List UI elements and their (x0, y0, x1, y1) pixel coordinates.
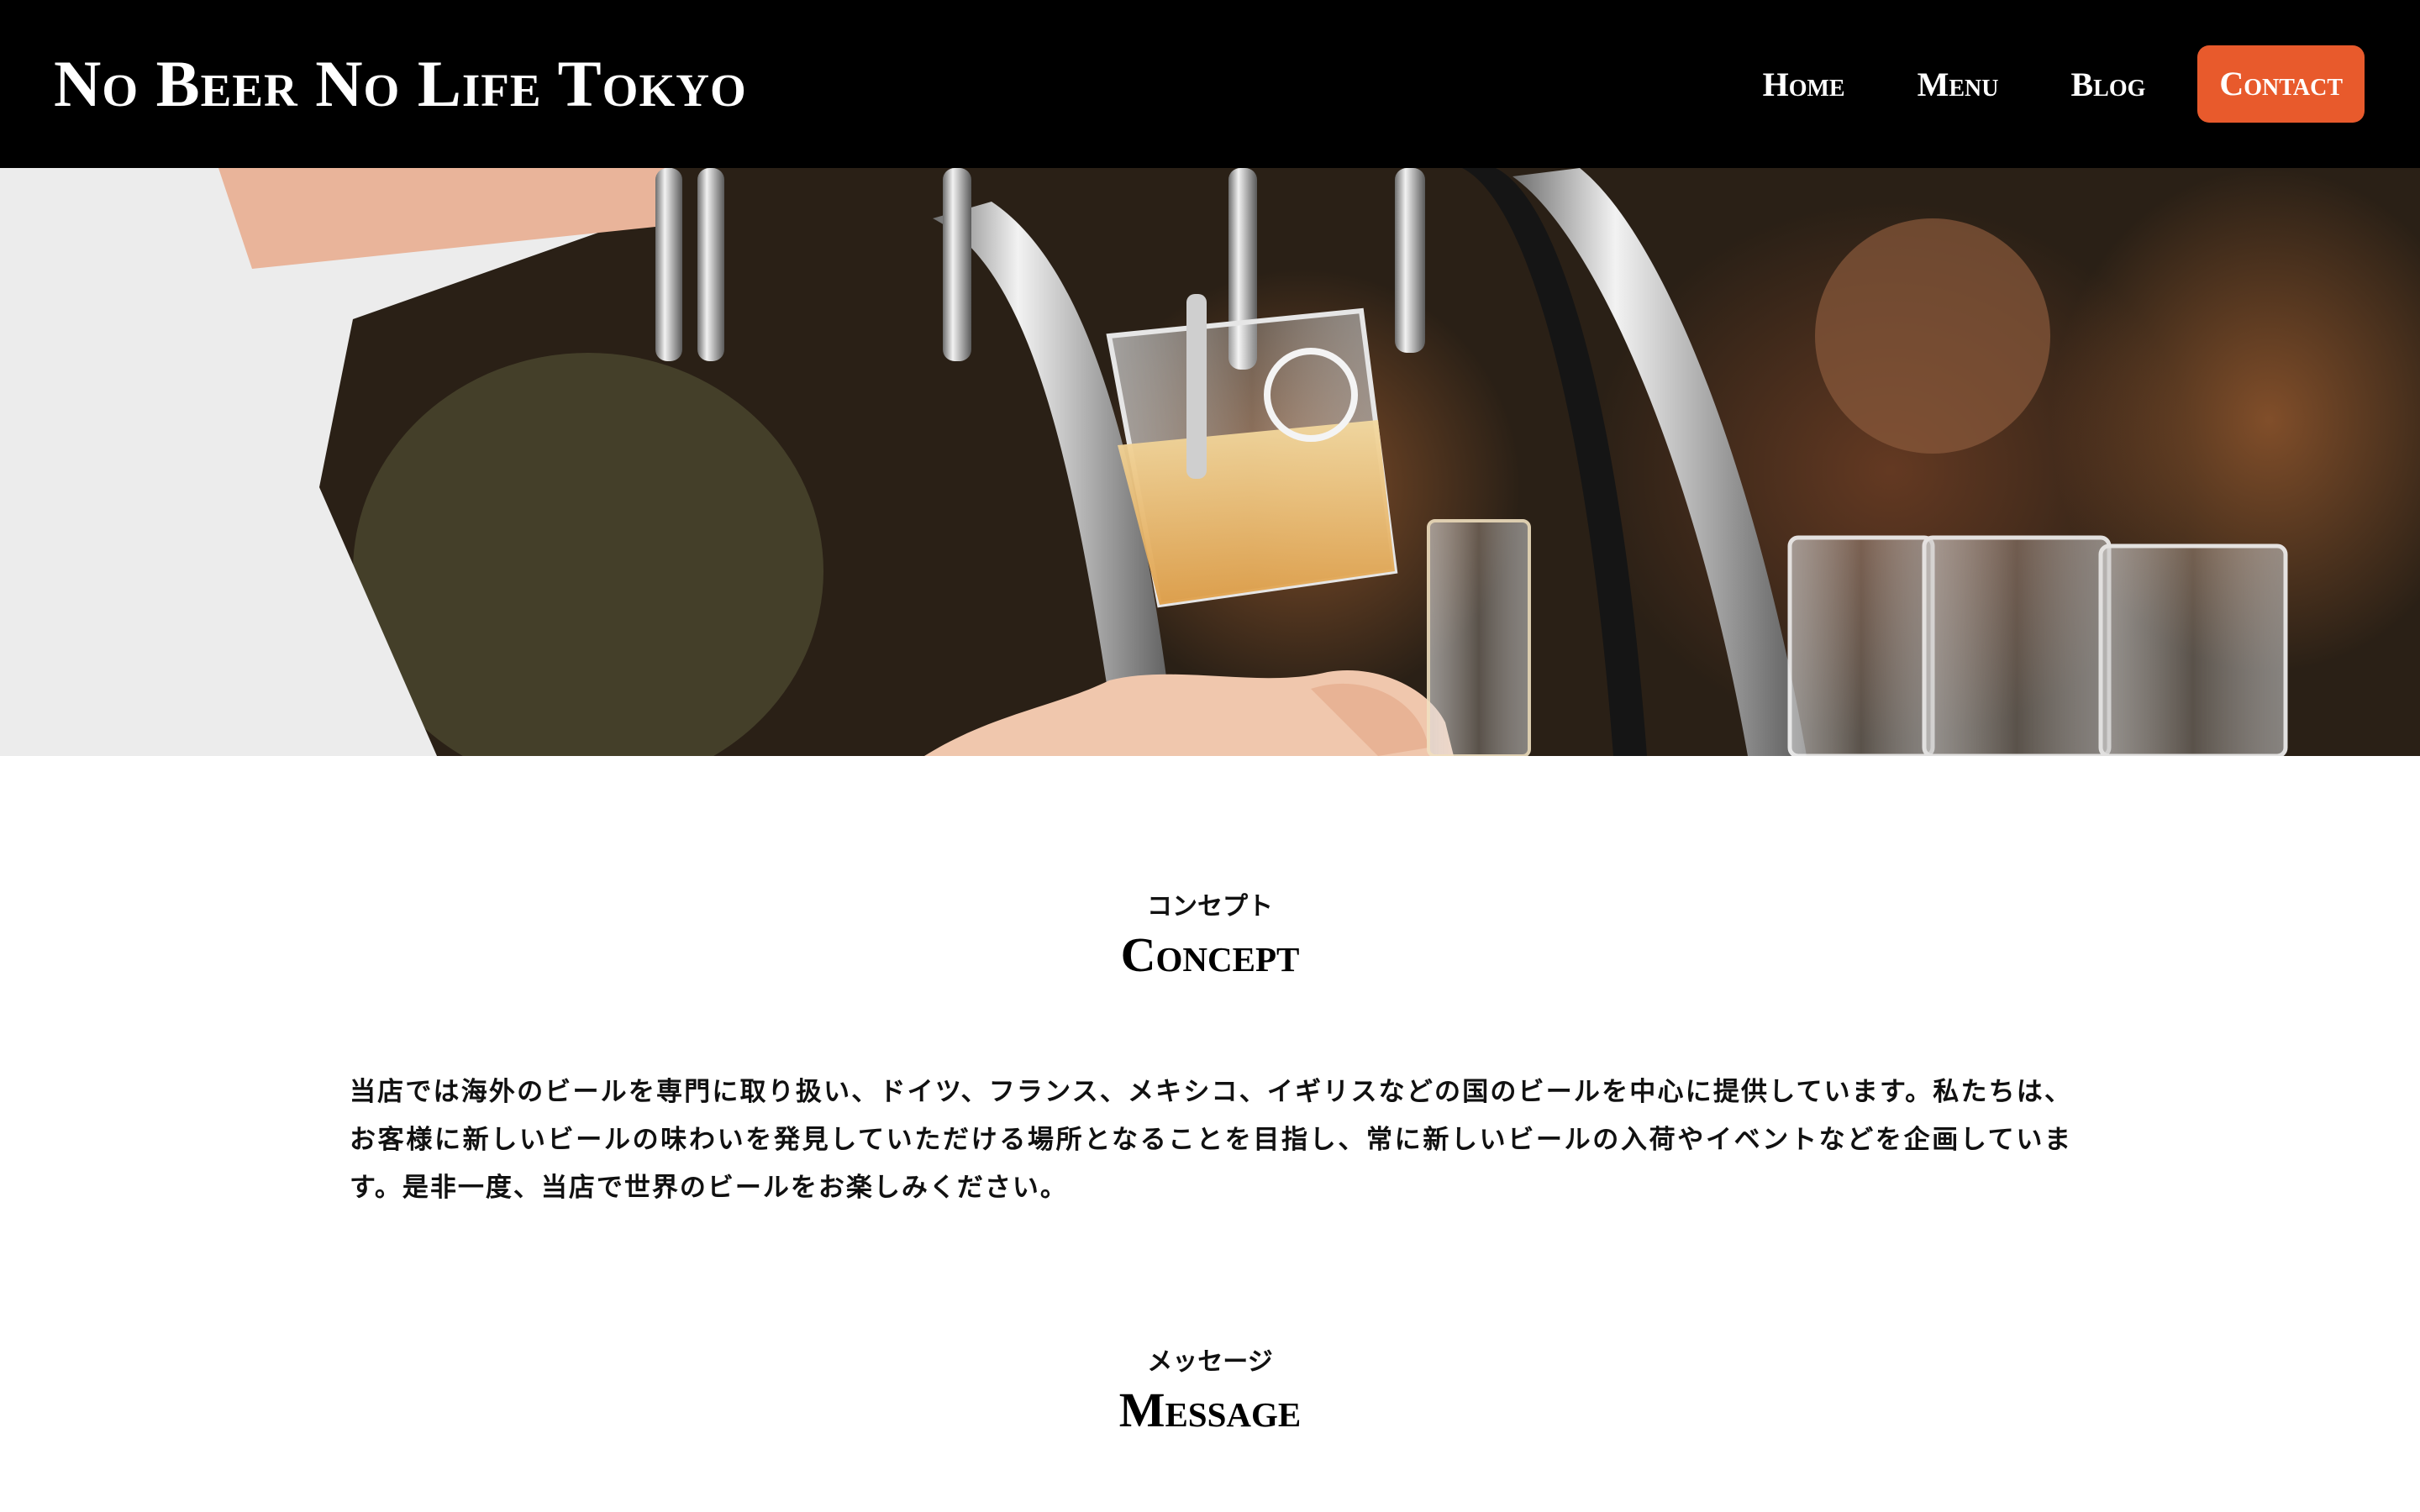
beer-tap-illustration (0, 168, 2420, 756)
concept-body: 当店では海外のビールを専門に取り扱い、ドイツ、フランス、メキシコ、イギリスなどの… (350, 1077, 2072, 1203)
message-heading: Message (1118, 1383, 1302, 1437)
nav-home-link[interactable]: Home (1763, 65, 1845, 104)
nav-menu-link[interactable]: Menu (1918, 65, 1999, 104)
concept-kicker: コンセプト (1147, 892, 1273, 921)
message-kicker: メッセージ (1147, 1347, 1273, 1377)
contact-button[interactable]: Contact (2197, 45, 2365, 123)
message-section-header: メッセージ Message (0, 1344, 2420, 1440)
main-nav: Home Menu Blog Contact (1763, 45, 2365, 123)
concept-heading: Concept (1120, 927, 1300, 982)
site-header: No Beer No Life Tokyo Home Menu Blog Con… (0, 0, 2420, 168)
nav-blog-link[interactable]: Blog (2070, 65, 2145, 104)
site-logo[interactable]: No Beer No Life Tokyo (54, 42, 747, 126)
hero-image (0, 168, 2420, 756)
concept-section-header: コンセプト Concept (0, 889, 2420, 984)
